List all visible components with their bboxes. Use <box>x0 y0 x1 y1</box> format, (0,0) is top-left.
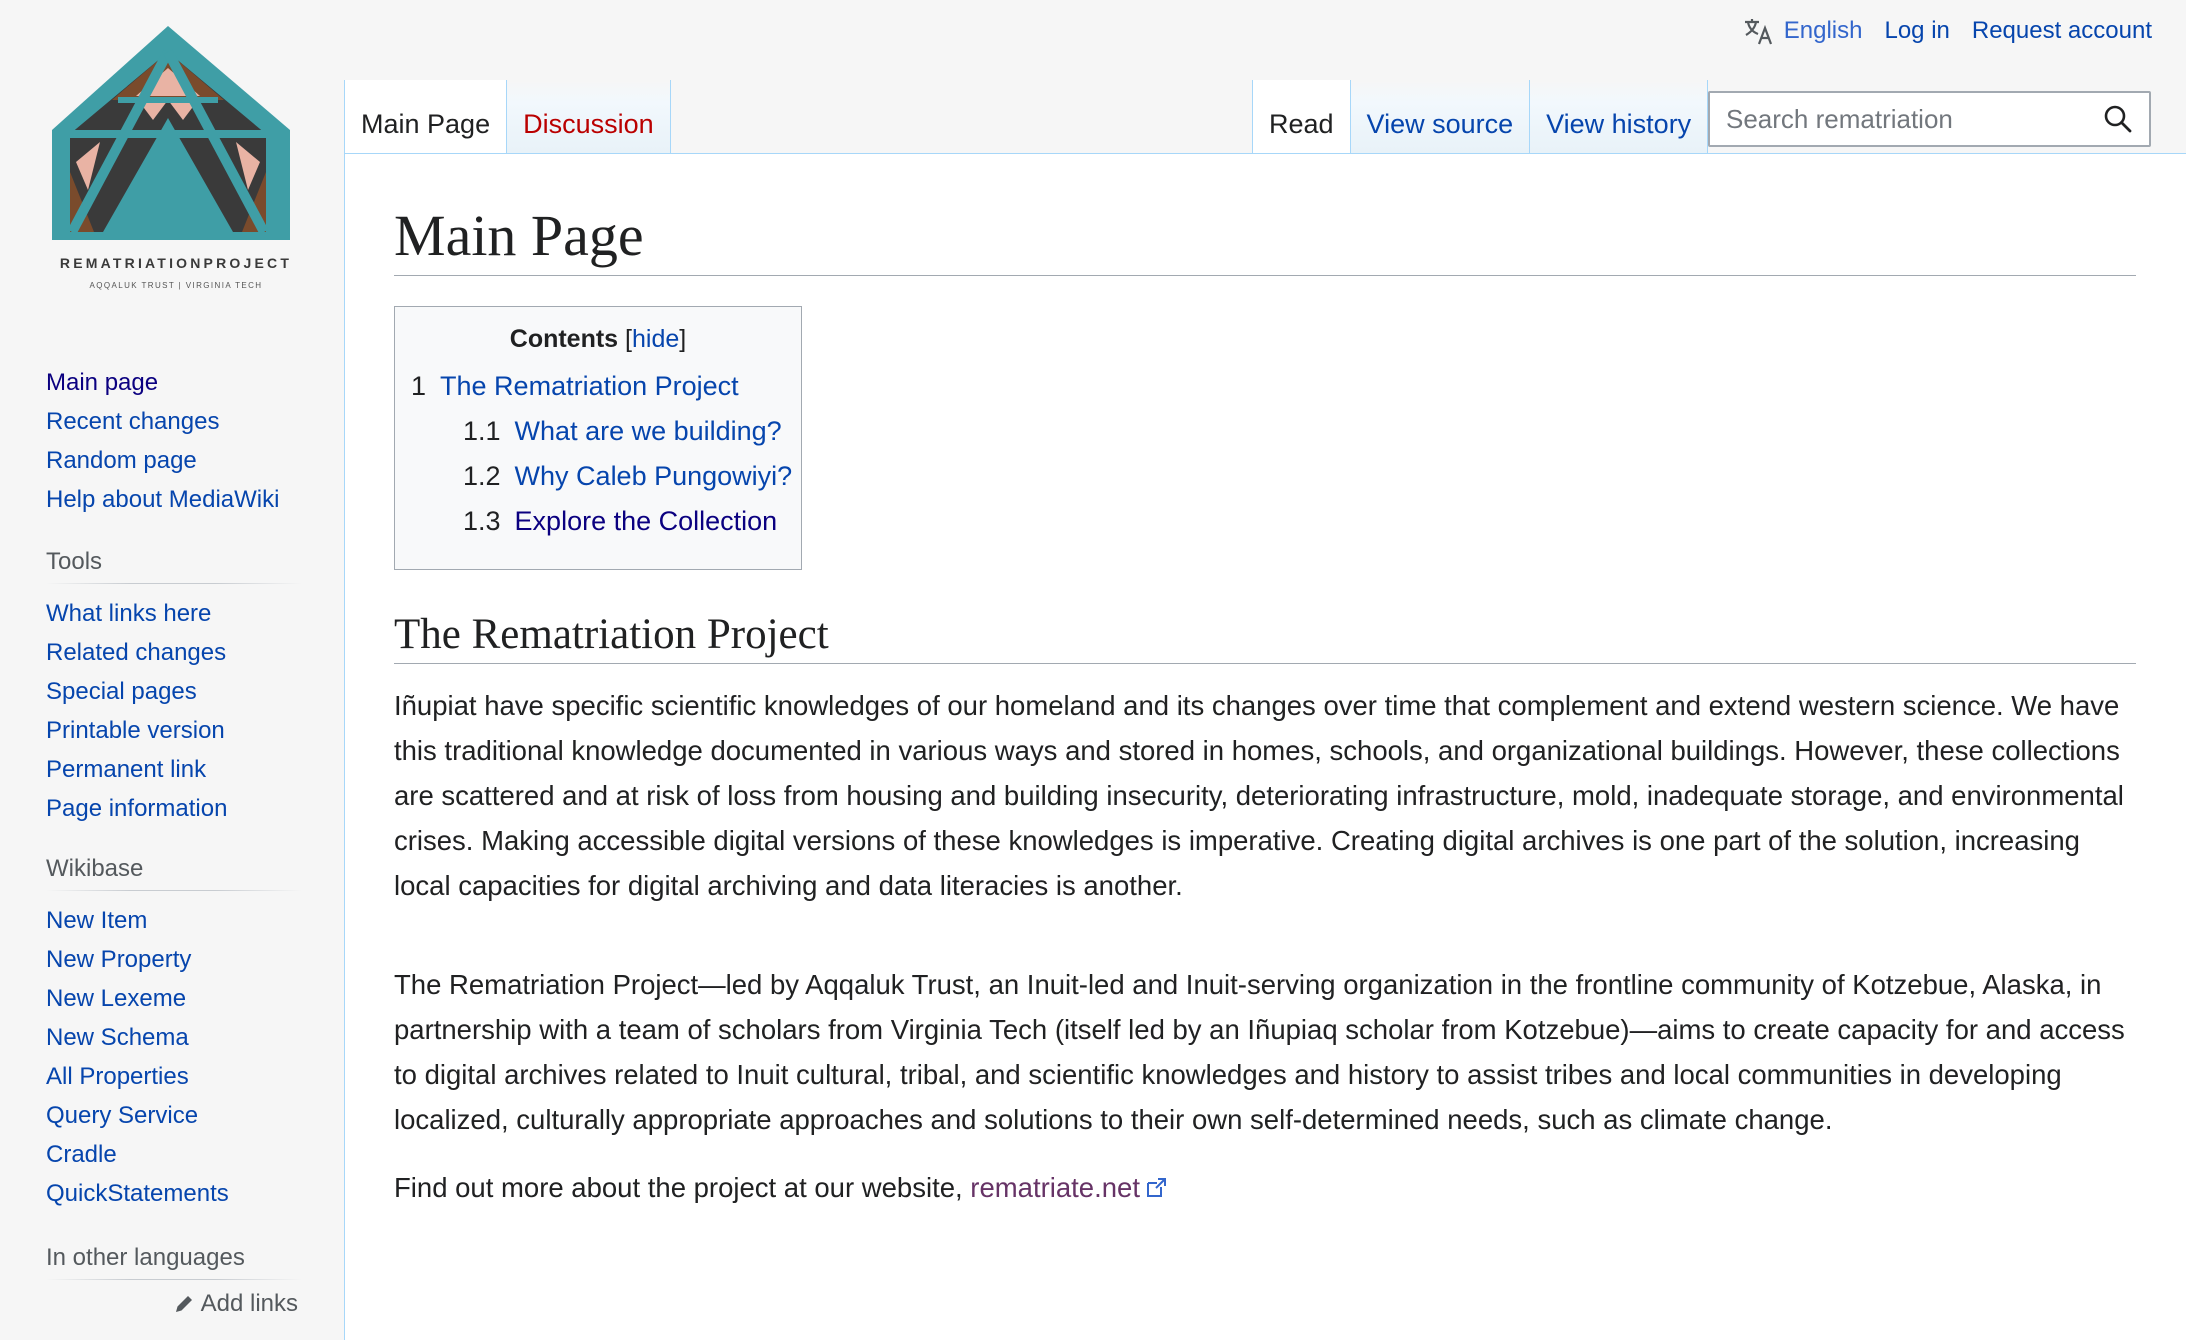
toc-title: Contents <box>509 325 619 353</box>
content-area: Main Page Contents [hide] 1 The Rematriat… <box>344 153 2186 1340</box>
sidebar-item-new-item[interactable]: New Item <box>46 907 147 934</box>
sidebar-item-what-links-here[interactable]: What links here <box>46 600 211 627</box>
sidebar-item-page-information[interactable]: Page information <box>46 795 227 822</box>
tab-main-page[interactable]: Main Page <box>344 80 508 154</box>
toc-link[interactable]: The Rematriation Project <box>440 371 739 401</box>
section-heading: The Rematriation Project <box>394 610 2136 664</box>
toc-number: 1 <box>411 371 427 401</box>
sidebar-tools-heading: Tools <box>46 548 302 584</box>
toc-link[interactable]: Why Caleb Pungowiyi? <box>515 461 793 491</box>
sidebar-item-main-page[interactable]: Main page <box>46 369 158 396</box>
search-input[interactable] <box>1724 102 2101 136</box>
sidebar-wikibase: Wikibase New Item New Property New Lexem… <box>46 855 302 1213</box>
external-link-icon <box>1146 1178 1166 1197</box>
toc-link[interactable]: What are we building? <box>515 416 782 446</box>
request-account-link[interactable]: Request account <box>1972 17 2152 45</box>
toc-header: Contents [hide] <box>411 325 785 354</box>
page-title: Main Page <box>394 198 2136 277</box>
tab-read[interactable]: Read <box>1252 80 1351 154</box>
pencil-icon <box>175 1296 192 1312</box>
sidebar-item-help[interactable]: Help about MediaWiki <box>46 486 279 513</box>
sidebar-item-query-service[interactable]: Query Service <box>46 1102 198 1129</box>
tab-view-source[interactable]: View source <box>1350 80 1531 154</box>
toc-item: 1.2 Why Caleb Pungowiyi? <box>411 454 792 499</box>
website-link[interactable]: rematriate.net <box>970 1172 1140 1203</box>
toc-item: 1 The Rematriation Project <box>411 364 785 409</box>
sidebar-item-special-pages[interactable]: Special pages <box>46 678 197 705</box>
toc-hide-link[interactable]: hide <box>632 325 679 353</box>
view-tabs: Read View source View history <box>1252 80 1709 154</box>
toc-number: 1.2 <box>463 461 501 491</box>
sidebar-item-new-property[interactable]: New Property <box>46 946 191 973</box>
sidebar-item-all-properties[interactable]: All Properties <box>46 1063 189 1090</box>
table-of-contents: Contents [hide] 1 The Rematriation Projec… <box>394 306 802 570</box>
search-button[interactable] <box>2101 102 2135 136</box>
sidebar-item-printable-version[interactable]: Printable version <box>46 717 225 744</box>
sidebar-tools: Tools What links here Related changes Sp… <box>46 548 302 828</box>
sidebar-item-permanent-link[interactable]: Permanent link <box>46 756 206 783</box>
site-logo[interactable]: REMATRIATIONPROJECT AQQALUK TRUST | VIRG… <box>28 22 308 292</box>
search-icon <box>2104 105 2132 133</box>
sidebar-item-quickstatements[interactable]: QuickStatements <box>46 1180 229 1207</box>
search-box <box>1708 91 2151 147</box>
tab-discussion[interactable]: Discussion <box>507 80 671 154</box>
toc-item: 1.3 Explore the Collection <box>411 499 785 544</box>
sidebar-languages: In other languages Add links <box>46 1244 302 1318</box>
sidebar-item-random-page[interactable]: Random page <box>46 447 197 474</box>
paragraph-website: Find out more about the project at our w… <box>394 1165 2142 1210</box>
language-selector[interactable]: English <box>1742 16 1863 46</box>
toc-toggle: [hide] <box>625 325 687 353</box>
language-label: English <box>1783 17 1863 44</box>
paragraph-intro: Iñupiat have specific scientific knowled… <box>394 690 2124 901</box>
rematriation-logo-mark: REMATRIATIONPROJECT AQQALUK TRUST | VIRG… <box>52 26 292 290</box>
sidebar-item-new-lexeme[interactable]: New Lexeme <box>46 985 186 1012</box>
add-links-button[interactable]: Add links <box>46 1290 302 1318</box>
tab-view-history[interactable]: View history <box>1530 80 1709 154</box>
toc-item: 1.1 What are we building? <box>411 409 785 454</box>
sidebar-navigation: Main page Recent changes Random page Hel… <box>46 363 302 519</box>
sidebar-item-new-schema[interactable]: New Schema <box>46 1024 189 1051</box>
paragraph-project: The Rematriation Project—led by Aqqaluk … <box>394 969 2125 1135</box>
namespace-tabs: Main Page Discussion <box>344 80 671 154</box>
logo-wordmark: REMATRIATIONPROJECT <box>60 255 292 271</box>
website-text: Find out more about the project at our w… <box>394 1172 971 1203</box>
sidebar-wikibase-heading: Wikibase <box>46 855 302 891</box>
sidebar-item-recent-changes[interactable]: Recent changes <box>46 408 219 435</box>
add-links-label: Add links <box>200 1290 298 1317</box>
sidebar-item-cradle[interactable]: Cradle <box>46 1141 117 1168</box>
login-link[interactable]: Log in <box>1884 17 1949 45</box>
personal-tools: English Log in Request account <box>1742 16 2152 46</box>
sidebar-item-related-changes[interactable]: Related changes <box>46 639 226 666</box>
toc-number: 1.1 <box>463 416 501 446</box>
logo-tagline: AQQALUK TRUST | VIRGINIA TECH <box>90 281 263 290</box>
sidebar-languages-heading: In other languages <box>46 1244 302 1280</box>
translate-icon <box>1744 19 1772 45</box>
toc-number: 1.3 <box>463 506 501 536</box>
toc-link[interactable]: Explore the Collection <box>515 506 778 536</box>
